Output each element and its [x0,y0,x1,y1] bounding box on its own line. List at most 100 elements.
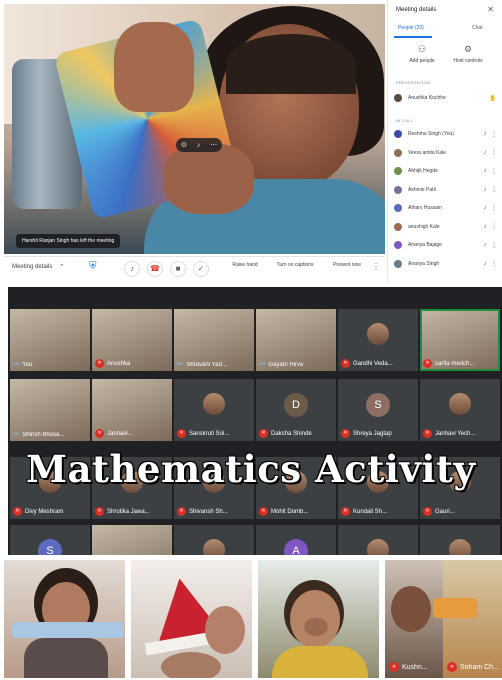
host-controls-button[interactable]: ⚙ Host controls [448,44,488,64]
participant-name: Atharv Hussain [408,205,442,211]
participant-name: Abhijit Hegde [408,168,438,174]
participant-row[interactable]: Ashmie Patil ♪ ⋮ [394,184,498,196]
tab-chat[interactable]: Chat [472,25,483,31]
more-options-icon[interactable]: ⋮ [490,186,498,193]
more-options-icon[interactable]: ⋮ [372,262,380,271]
participant-tile[interactable]: S ✕ Shreya Jagtap [338,379,418,441]
participant-tile[interactable]: ✕ Gandhi Veda... [338,309,418,371]
more-options-icon[interactable]: ⋮ [490,260,498,267]
participant-row[interactable]: Atharv Hussain ♪ ⋮ [394,202,498,214]
more-options-icon[interactable]: ⋮ [490,242,498,249]
participant-name: Kundali Sh... [353,508,388,515]
add-people-label: Add people [409,58,435,64]
mic-icon[interactable]: ♪ [480,224,490,230]
participant-tile[interactable] [338,525,418,555]
participant-row[interactable]: anushigh Kale ♪ ⋮ [394,221,498,233]
shield-icon[interactable]: ⛨ [89,261,101,275]
participant-tile[interactable]: ✕ Anushka [92,309,172,371]
avatar [394,94,402,102]
mic-icon[interactable]: ♪ [480,261,490,267]
raise-hand-button[interactable]: Raise hand [227,262,263,268]
chevron-up-icon[interactable]: ⌃ [59,263,65,271]
tile-label: ✕ Anushka [95,359,169,368]
meeting-details-link[interactable]: Meeting details [12,264,52,270]
participant-row[interactable]: Abhijit Hegde ♪ ⋮ [394,165,498,177]
participant-tile[interactable] [174,525,254,555]
participant-name: Gandhi Veda... [353,360,393,367]
participant-row[interactable]: Ananya Bajage ♪ ⋮ [394,239,498,251]
participant-row[interactable]: Ananya Singh ♪ ⋮ [394,258,498,270]
more-options-icon[interactable]: ⋮ [490,131,498,138]
avatar [449,393,471,415]
avatar: S [38,539,62,555]
participant-name: Janhavi Yech... [435,430,476,437]
mic-icon[interactable]: ♪ [480,205,490,211]
tile-label: ✕ Gandhi Veda... [341,359,415,368]
avatar: D [284,393,308,417]
speaking-icon: ••• [13,362,20,368]
check-icon-button[interactable]: ✓ [193,261,209,277]
student-hands [161,652,221,678]
more-options-icon[interactable]: ⋮ [490,149,498,156]
participant-tile[interactable] [92,525,172,555]
add-people-button[interactable]: ⚇ Add people [402,44,442,64]
tile-label: ✕ Gauri... [423,507,497,516]
participant-tile[interactable]: D ✕ Daksha Shinde [256,379,336,441]
participant-tile[interactable] [420,525,500,555]
meeting-gallery: ••• You ✕ Anushka ••• Shravani Yad... ••• Gayat… [8,287,502,555]
participant-name: sarita medch... [435,360,475,367]
participant-tile[interactable]: ✕ Janhavi... [92,379,172,441]
participant-name: Shrutika Jawa... [107,508,150,515]
mic-icon[interactable]: ♪ [480,168,490,174]
close-icon[interactable]: ✕ [487,5,494,14]
participant-tile[interactable]: ••• Shirish Bhosa... [10,379,90,441]
mic-off-icon: ✕ [389,662,399,672]
mic-off-icon: ✕ [95,507,104,516]
more-options-icon[interactable]: ⋮ [490,168,498,175]
mic-button[interactable]: ♪ [124,261,140,277]
mic-icon[interactable]: ♪ [197,142,201,149]
mic-icon[interactable]: ♪ [480,150,490,156]
host-controls-icon: ⚙ [463,44,473,54]
orange-paper-model [433,598,477,618]
participant-tile[interactable]: ✕ Janhavi Yech... [420,379,500,441]
camera-button[interactable]: ■ [170,261,186,277]
student-hand [114,22,194,112]
tile-label: ✕ Kundali Sh... [341,507,415,516]
photo-student-eating [258,560,379,678]
participant-name: You [22,362,33,368]
mic-icon[interactable]: ♪ [480,242,490,248]
more-icon[interactable]: ⋯ [210,141,217,149]
participant-name: Gayatri Hirve [268,362,304,368]
participant-tile[interactable]: ✕ sarita medch... [420,309,500,371]
captions-button[interactable]: Turn on captions [272,262,318,268]
presenter-row[interactable]: Anushka Kochhe ✋ [394,92,498,104]
avatar [449,539,471,555]
participant-name: Reshma Singh (You) [408,131,454,137]
tab-people[interactable]: People (33) [398,25,424,31]
tile-label-left: ✕ Kushn... [389,662,428,672]
video-tile-controls[interactable]: ⊙ ♪ ⋯ [176,138,222,152]
participant-row[interactable]: Reshma Singh (You) ♪ ⋮ [394,128,498,140]
avatar [203,393,225,415]
participant-tile[interactable]: S [10,525,90,555]
student-hand-lower [164,144,254,214]
avatar [367,539,389,555]
mic-icon[interactable]: ♪ [480,131,490,137]
more-options-icon[interactable]: ⋮ [490,205,498,212]
end-call-button[interactable]: ☎ [147,261,163,277]
participant-name: Veera amita Kale [408,149,447,156]
mic-icon[interactable]: ♪ [480,187,490,193]
participant-row[interactable]: Veera amita Kale ♪ ⋮ [394,147,498,159]
participant-tile[interactable]: ••• Shravani Yad... [174,309,254,371]
more-options-icon[interactable]: ⋮ [490,223,498,230]
tile-right [443,560,502,678]
participant-tile[interactable]: ✕ Sanskruti Sol... [174,379,254,441]
participant-tile[interactable]: ••• You [10,309,90,371]
mic-off-icon: ✕ [447,662,457,672]
participant-tile[interactable]: A [256,525,336,555]
participant-tile[interactable]: ••• Gayatri Hirve [256,309,336,371]
student-face [205,606,245,654]
present-now-button[interactable]: Present now [326,262,368,268]
pin-icon[interactable]: ⊙ [181,141,187,149]
